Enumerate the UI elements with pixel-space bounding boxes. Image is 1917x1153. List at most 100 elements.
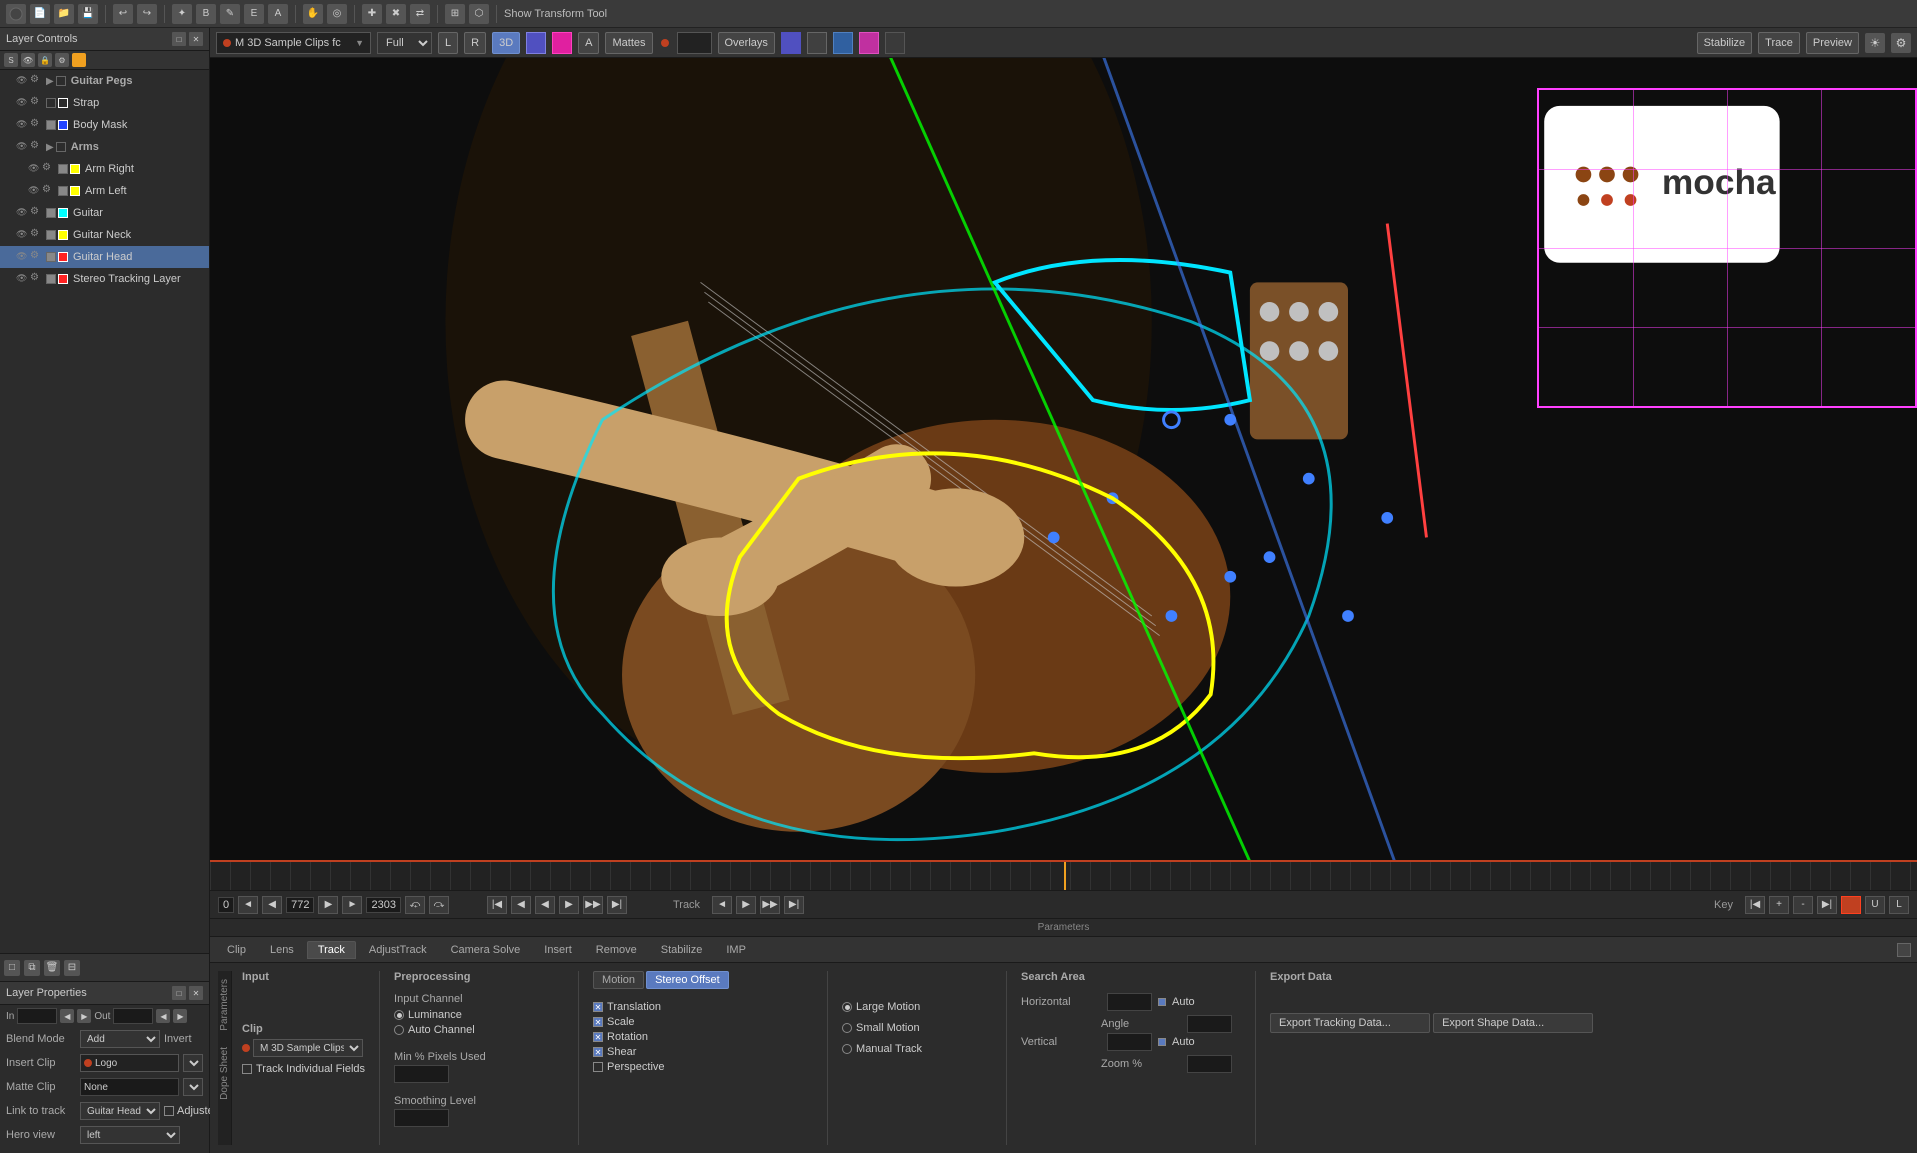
layer-checkbox[interactable] <box>46 252 56 262</box>
smoothing-input[interactable]: 0 <box>394 1109 449 1127</box>
tab-insert[interactable]: Insert <box>533 941 583 959</box>
start-frame[interactable]: 0 <box>218 897 234 913</box>
vis-icon[interactable]: 👁 <box>16 119 28 131</box>
min-pixels-input[interactable]: 30 <box>394 1065 449 1083</box>
stereo-btn[interactable]: 3D <box>492 32 520 54</box>
layer-item[interactable]: 👁 ⚙ Arm Right <box>0 158 209 180</box>
tab-clip[interactable]: Clip <box>216 941 257 959</box>
angle-input[interactable]: 0 <box>1187 1015 1232 1033</box>
next-frame-btn[interactable]: ▶ <box>318 896 338 914</box>
small-motion-radio[interactable] <box>842 1023 852 1033</box>
settings-icon[interactable]: ⚙ <box>42 184 56 198</box>
open-icon[interactable]: 📁 <box>54 4 74 24</box>
export-shape-btn[interactable]: Export Shape Data... <box>1433 1013 1593 1033</box>
vis-icon[interactable]: 👁 <box>16 229 28 241</box>
vis-icon[interactable]: 👁 <box>16 273 28 285</box>
layer-checkbox[interactable] <box>46 120 56 130</box>
preview-btn[interactable]: Preview <box>1806 32 1859 54</box>
tab-track[interactable]: Track <box>307 941 356 959</box>
copy-layer-icon[interactable]: ⧉ <box>24 960 40 976</box>
undo-icon[interactable]: ↩ <box>113 4 133 24</box>
settings-icon[interactable]: ⚙ <box>30 118 44 132</box>
luminance-radio[interactable] <box>394 1010 404 1020</box>
layer-checkbox[interactable] <box>46 98 56 108</box>
settings-icon[interactable]: ⚙ <box>30 228 44 242</box>
stop-btn[interactable]: ◀ <box>535 896 555 914</box>
key-next-btn[interactable]: ▶| <box>1817 896 1837 914</box>
loop-in-btn[interactable]: ⤽ <box>405 896 425 914</box>
play-fwd-btn[interactable]: ▶▶ <box>583 896 603 914</box>
insert-clip-select[interactable] <box>183 1054 203 1072</box>
right-btn[interactable]: R <box>464 32 486 54</box>
layer-item[interactable]: 👁 ⚙ Arm Left <box>0 180 209 202</box>
next-keyframe-btn[interactable]: ► <box>342 896 362 914</box>
zoom-input[interactable]: 0 <box>1187 1055 1232 1073</box>
vertical-input[interactable]: 100 <box>1107 1033 1152 1051</box>
e-tool-icon[interactable]: E <box>244 4 264 24</box>
tab-lens[interactable]: Lens <box>259 941 305 959</box>
transform-icon[interactable]: ⊞ <box>445 4 465 24</box>
color-icon[interactable] <box>72 53 86 67</box>
track-fwd-btn[interactable]: ▶| <box>784 896 804 914</box>
track-individual-check[interactable] <box>242 1064 252 1074</box>
add-point-icon[interactable]: ✚ <box>362 4 382 24</box>
left-btn[interactable]: L <box>438 32 458 54</box>
tab-stabilize[interactable]: Stabilize <box>650 941 714 959</box>
play-end-btn[interactable]: ▶| <box>607 896 627 914</box>
tab-camera-solve[interactable]: Camera Solve <box>440 941 532 959</box>
delete-layer-icon[interactable]: 🗑 <box>44 960 60 976</box>
layer-checkbox[interactable] <box>46 274 56 284</box>
sun-icon[interactable]: ☀ <box>1865 33 1885 53</box>
stereo-offset-tab[interactable]: Stereo Offset <box>646 971 729 989</box>
pan-icon[interactable]: ✋ <box>303 4 323 24</box>
blend-mode-select[interactable]: Add <box>80 1030 160 1048</box>
opacity-input[interactable]: 0.5 <box>677 32 712 54</box>
manual-track-radio[interactable] <box>842 1044 852 1054</box>
out-set-icon[interactable]: ◀ <box>156 1009 170 1023</box>
new-icon[interactable]: 📄 <box>30 4 50 24</box>
layer-checkbox[interactable] <box>56 76 66 86</box>
matte-dropdown[interactable]: None <box>80 1078 179 1096</box>
timeline-area[interactable] <box>210 860 1917 890</box>
out-input[interactable]: 2303 <box>113 1008 153 1024</box>
mask-icon[interactable]: ⬡ <box>469 4 489 24</box>
shear-check[interactable]: ✕ <box>593 1047 603 1057</box>
vis-icon[interactable]: 👁 <box>28 185 40 197</box>
stabilize-btn[interactable]: Stabilize <box>1697 32 1753 54</box>
vis-icon[interactable]: 👁 <box>16 97 28 109</box>
redo-icon[interactable]: ↪ <box>137 4 157 24</box>
auto-channel-radio[interactable] <box>394 1025 404 1035</box>
expand-icon[interactable]: ▶ <box>46 76 54 87</box>
current-frame[interactable]: 2303 <box>366 897 400 913</box>
clip-selector[interactable]: M 3D Sample Clips fc ▼ <box>216 32 371 54</box>
settings-icon2[interactable]: ⚙ <box>1891 33 1911 53</box>
zoom-icon[interactable]: ◎ <box>327 4 347 24</box>
layer-item[interactable]: 👁 ⚙ Strap <box>0 92 209 114</box>
lock-icon[interactable]: 🔒 <box>38 53 52 67</box>
scale-check[interactable]: ✕ <box>593 1017 603 1027</box>
play-btn[interactable]: ▶ <box>559 896 579 914</box>
out-set-icon2[interactable]: ▶ <box>173 1009 187 1023</box>
large-motion-radio[interactable] <box>842 1002 852 1012</box>
panel-icon-1[interactable]: □ <box>172 32 186 46</box>
props-icon-1[interactable]: □ <box>172 986 186 1000</box>
translation-check[interactable]: ✕ <box>593 1002 603 1012</box>
layer-item[interactable]: 👁 ⚙ Stereo Tracking Layer <box>0 268 209 290</box>
layer-item[interactable]: 👁 ⚙ Guitar <box>0 202 209 224</box>
visibility-icon[interactable]: 👁 <box>21 53 35 67</box>
settings-icon[interactable]: ⚙ <box>30 140 44 154</box>
layer-item[interactable]: 👁 ⚙ ▶ Arms <box>0 136 209 158</box>
panel-expand-icon[interactable] <box>1897 943 1911 957</box>
settings-icon[interactable]: ⚙ <box>42 162 56 176</box>
track-btn1[interactable]: ▶ <box>736 896 756 914</box>
rotation-check[interactable]: ✕ <box>593 1032 603 1042</box>
key-add-btn[interactable]: + <box>1769 896 1789 914</box>
a-tool-icon[interactable]: A <box>268 4 288 24</box>
adjusted-checkbox[interactable] <box>164 1106 174 1116</box>
vis-icon[interactable]: 👁 <box>16 251 28 263</box>
play-back-start-btn[interactable]: |◀ <box>487 896 507 914</box>
panel-close-icon[interactable]: ✕ <box>189 32 203 46</box>
settings-icon[interactable]: ⚙ <box>30 272 44 286</box>
mattes-btn[interactable]: Mattes <box>605 32 652 54</box>
save-icon[interactable]: 💾 <box>78 4 98 24</box>
